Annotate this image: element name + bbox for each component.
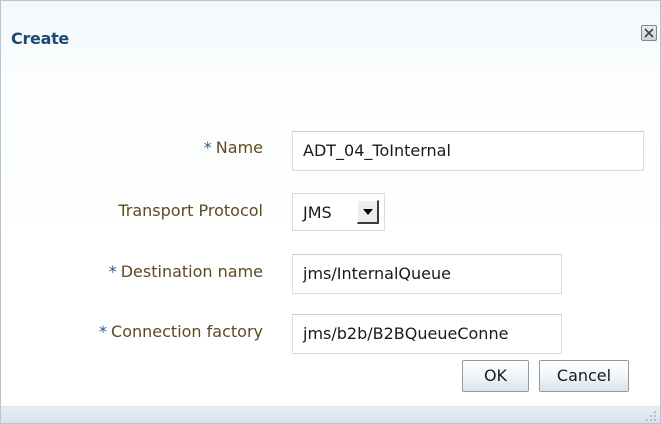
- create-dialog: Create * Name ADT_04_ToInternal Transport…: [0, 0, 661, 424]
- transport-protocol-select[interactable]: JMS: [292, 193, 385, 231]
- name-label: * Name: [3, 138, 263, 157]
- destination-name-label-text: Destination name: [120, 262, 263, 281]
- connection-factory-input[interactable]: jms/b2b/B2BQueueConne: [292, 314, 562, 354]
- name-label-text: Name: [215, 138, 263, 157]
- destination-name-input[interactable]: jms/InternalQueue: [292, 254, 562, 294]
- connection-factory-label-text: Connection factory: [111, 322, 263, 341]
- required-marker: *: [99, 322, 108, 341]
- transport-protocol-label: Transport Protocol: [118, 201, 263, 220]
- required-marker: *: [108, 262, 117, 281]
- name-input[interactable]: ADT_04_ToInternal: [292, 131, 644, 171]
- required-marker: *: [203, 138, 212, 157]
- cancel-button[interactable]: Cancel: [539, 360, 629, 392]
- transport-protocol-value: JMS: [303, 203, 332, 222]
- dropdown-arrow-button[interactable]: [357, 200, 379, 224]
- close-x-glyph: [644, 28, 654, 38]
- dialog-title: Create: [11, 29, 69, 48]
- dialog-footer: [1, 406, 660, 423]
- dialog-titlebar: Create: [1, 1, 660, 73]
- close-icon[interactable]: [641, 25, 657, 41]
- chevron-down-icon: [363, 209, 373, 215]
- ok-button[interactable]: OK: [462, 360, 529, 392]
- resize-grip-icon[interactable]: [645, 410, 657, 422]
- destination-name-label: * Destination name: [3, 262, 263, 281]
- connection-factory-label: * Connection factory: [3, 322, 263, 341]
